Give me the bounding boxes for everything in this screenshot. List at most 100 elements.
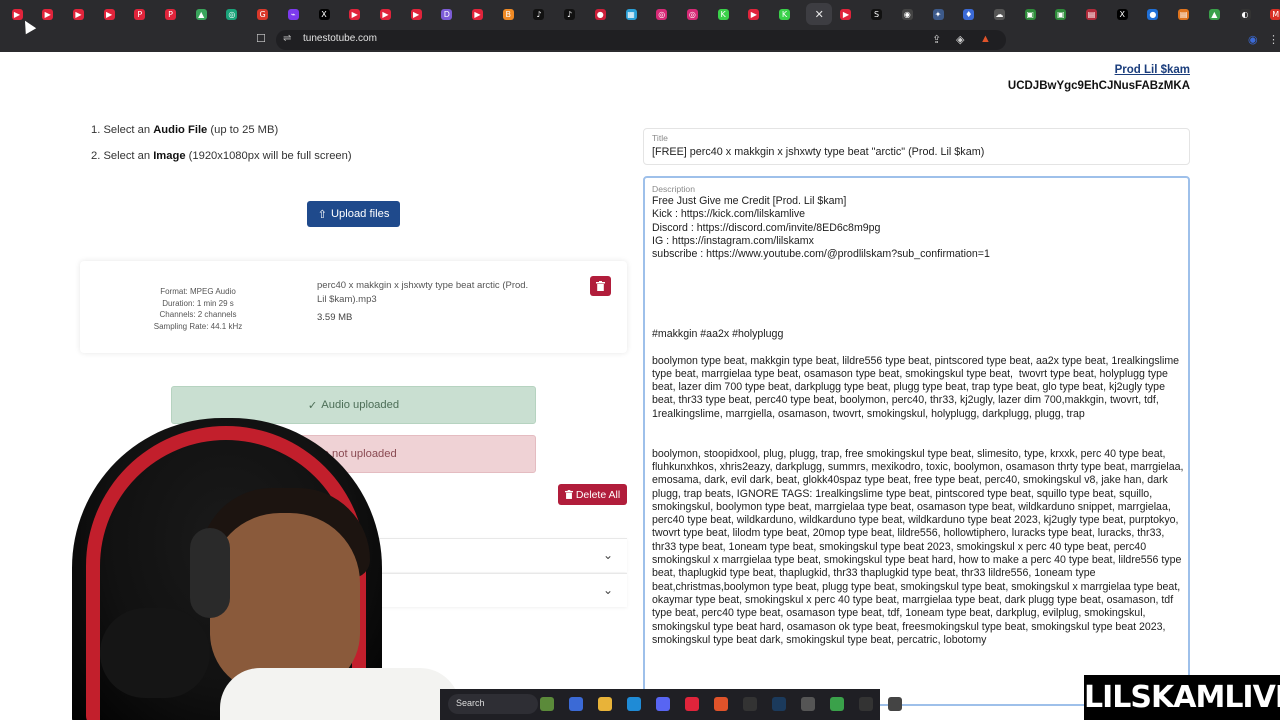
brave-shield-icon[interactable]: ◈ — [956, 33, 964, 46]
streamer-shirt — [220, 668, 460, 720]
browser-tab[interactable]: ▤ — [1083, 6, 1101, 22]
browser-tab[interactable]: D — [438, 6, 456, 22]
upload-icon: ⇧ — [317, 208, 327, 221]
browser-tab[interactable]: ◎ — [683, 6, 701, 22]
browser-tab[interactable]: M — [1267, 6, 1280, 22]
browser-tab[interactable]: ◐ — [1236, 6, 1254, 22]
url-field[interactable] — [276, 30, 1006, 50]
brave-rewards-icon[interactable]: ▲ — [980, 33, 991, 45]
browser-tab[interactable]: ● — [591, 6, 609, 22]
browser-tab[interactable]: ◎ — [223, 6, 241, 22]
channel-name-link[interactable]: Prod Lil $kam — [1115, 64, 1190, 76]
instagram-icon: ◎ — [686, 8, 698, 20]
app-icon[interactable] — [859, 697, 873, 711]
app-icon[interactable] — [801, 697, 815, 711]
title-field[interactable]: Title [FREE] perc40 x makkgin x jshxwty … — [643, 128, 1190, 165]
browser-tab[interactable]: ▲ — [1205, 6, 1223, 22]
app-icon[interactable] — [888, 697, 902, 711]
upload-files-button[interactable]: ⇧ Upload files — [307, 201, 400, 227]
browser-tab[interactable]: ▶ — [837, 6, 855, 22]
description-field[interactable]: Description Free Just Give me Credit [Pr… — [643, 176, 1190, 706]
browser-tab[interactable]: ♦ — [960, 6, 978, 22]
taskbar-search[interactable]: Search — [448, 694, 538, 714]
browser-tab[interactable]: ⌁ — [284, 6, 302, 22]
browser-tab[interactable]: ✦ — [929, 6, 947, 22]
site-info-icon[interactable]: ⇌ — [283, 33, 291, 44]
webcam-overlay — [60, 418, 460, 720]
browser-tab[interactable]: ▶ — [39, 6, 57, 22]
app-icon[interactable] — [685, 697, 699, 711]
trash-icon — [564, 490, 573, 499]
discord-icon[interactable] — [656, 697, 670, 711]
app-icon: ▣ — [1055, 8, 1067, 20]
browser-tab[interactable]: P — [162, 6, 180, 22]
check-icon: ✓ — [307, 399, 318, 412]
browser-tab[interactable]: K — [714, 6, 732, 22]
browser-tab[interactable]: ▶ — [346, 6, 364, 22]
browser-tab[interactable]: ♪ — [530, 6, 548, 22]
title-value[interactable]: [FREE] perc40 x makkgin x jshxwty type b… — [652, 146, 984, 158]
delete-all-button[interactable]: Delete All — [558, 484, 627, 505]
app-icon: ● — [594, 8, 606, 20]
file-name: perc40 x makkgin x jshxwty type beat arc… — [317, 280, 529, 305]
browser-tab[interactable]: G — [254, 6, 272, 22]
browser-tab[interactable]: ▤ — [1175, 6, 1193, 22]
file-sampling-rate: Sampling Rate: 44.1 kHz — [153, 322, 243, 332]
upload-files-label: Upload files — [330, 208, 390, 220]
browser-tab[interactable]: ✕ — [806, 3, 833, 25]
browser-tab[interactable]: ▶ — [469, 6, 487, 22]
browser-tab[interactable]: ♪ — [561, 6, 579, 22]
browser-tab[interactable]: K — [776, 6, 794, 22]
browser-tab[interactable]: ◉ — [898, 6, 916, 22]
instruction-image-bold: Image — [153, 150, 186, 162]
browser-tab[interactable]: ▦ — [622, 6, 640, 22]
browser-tab[interactable]: ☁ — [990, 6, 1008, 22]
browser-tab[interactable]: ▶ — [745, 6, 763, 22]
youtube-icon: ▶ — [472, 8, 483, 20]
youtube-icon: ▶ — [840, 8, 852, 20]
browser-tab[interactable]: S — [868, 6, 886, 22]
bookmark-icon[interactable]: ☐ — [256, 32, 267, 46]
windows-taskbar: Search — [440, 689, 902, 720]
steam-icon[interactable] — [772, 697, 786, 711]
delete-all-label: Delete All — [575, 488, 621, 501]
browser-tab[interactable]: X — [315, 6, 333, 22]
app-icon: S — [871, 8, 883, 20]
browser-tab[interactable]: ▣ — [1052, 6, 1070, 22]
browser-tab[interactable]: ▶ — [8, 6, 26, 22]
copilot-icon[interactable] — [569, 697, 583, 711]
channel-id: UCDJBwYgc9EhCJNusFABzMKA — [1007, 80, 1190, 92]
browser-tab[interactable]: X — [1113, 6, 1131, 22]
app-icon: ▤ — [1178, 8, 1190, 20]
browser-tab[interactable]: B — [499, 6, 517, 22]
brave-icon[interactable] — [714, 697, 728, 711]
browser-tab[interactable]: P — [131, 6, 149, 22]
edge-icon[interactable] — [627, 697, 641, 711]
app-icon: ▤ — [1086, 8, 1097, 20]
browser-tab[interactable]: ◎ — [653, 6, 671, 22]
widgets-icon[interactable] — [540, 697, 554, 711]
browser-tab[interactable]: ▲ — [192, 6, 210, 22]
browser-tab[interactable]: ▶ — [69, 6, 87, 22]
stream-watermark: LILSKAMLIVE — [1084, 675, 1280, 720]
browser-tab[interactable]: ▶ — [100, 6, 118, 22]
app-icon[interactable] — [830, 697, 844, 711]
menu-icon[interactable]: ⋮ — [1268, 33, 1279, 46]
trash-icon — [596, 281, 605, 291]
close-icon: ✕ — [814, 7, 824, 21]
pinterest-icon: P — [134, 8, 146, 20]
share-icon[interactable]: ⇪ — [932, 33, 941, 46]
browser-tab[interactable]: ● — [1144, 6, 1162, 22]
delete-file-button[interactable] — [590, 276, 611, 296]
description-value[interactable]: Free Just Give me Credit [Prod. Lil $kam… — [652, 195, 1184, 647]
url-text[interactable]: tunestotube.com — [303, 33, 377, 44]
folder-icon[interactable] — [598, 697, 612, 711]
taskbar-search-label: Search — [456, 698, 485, 708]
browser-tab[interactable]: ▣ — [1021, 6, 1039, 22]
chatgpt-icon: ◎ — [226, 8, 238, 20]
browser-tab[interactable]: ▶ — [376, 6, 394, 22]
browser-tab[interactable]: ▶ — [407, 6, 425, 22]
extension-icon[interactable]: ◉ — [1248, 33, 1258, 46]
youtube-icon: ▶ — [410, 8, 422, 20]
obs-icon[interactable] — [743, 697, 757, 711]
